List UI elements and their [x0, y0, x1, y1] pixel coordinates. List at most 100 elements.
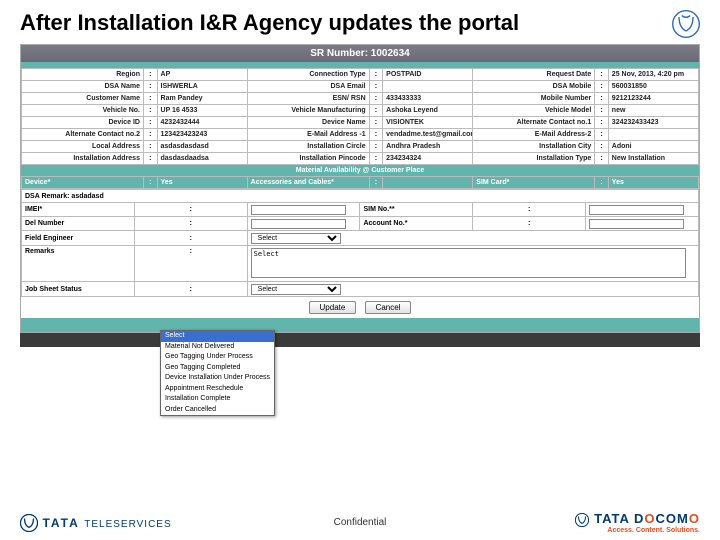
- cell-value: 25 Nov, 2013, 4:20 pm: [608, 69, 698, 81]
- cell-sep: :: [595, 153, 609, 165]
- cell-value: 324232433423: [608, 117, 698, 129]
- cell-value: UP 16 4533: [157, 105, 247, 117]
- cell-label: Region: [22, 69, 144, 81]
- device-booked-label: Device*: [22, 177, 144, 189]
- cancel-button[interactable]: Cancel: [365, 301, 412, 314]
- confidential-label: Confidential: [334, 517, 387, 528]
- cell-sep: :: [595, 81, 609, 93]
- cell-label: E-Mail Address-2: [473, 129, 595, 141]
- dropdown-option[interactable]: Geo Tagging Completed: [161, 363, 274, 374]
- dropdown-option[interactable]: Order Cancelled: [161, 405, 274, 416]
- button-row: Update Cancel: [21, 297, 699, 318]
- dsa-remark-label: DSA Remark: asdadasd: [22, 190, 699, 203]
- docomo-brand-text: DOCOMO: [634, 511, 700, 526]
- cell-value: AP: [157, 69, 247, 81]
- cell-label: Vehicle Model: [473, 105, 595, 117]
- imei-input[interactable]: [251, 205, 346, 215]
- table-row: Field Engineer: Select: [22, 231, 699, 246]
- cell-value: ISHWERLA: [157, 81, 247, 93]
- job-sheet-status-label: Job Sheet Status: [22, 282, 135, 297]
- table-row: Job Sheet Status: Select: [22, 282, 699, 297]
- dropdown-option[interactable]: Device Installation Under Process: [161, 373, 274, 384]
- table-row: DSA Name:ISHWERLA DSA Email: DSA Mobile:…: [22, 81, 699, 93]
- cell-sep: :: [369, 177, 383, 189]
- remarks-label: Remarks: [22, 246, 135, 282]
- job-sheet-status-dropdown[interactable]: Select Material Not Delivered Geo Taggin…: [160, 330, 275, 416]
- cell-sep: :: [369, 117, 383, 129]
- cell-label: Vehicle No.: [22, 105, 144, 117]
- cell-label: DSA Email: [247, 81, 369, 93]
- tata-logo-icon: [672, 10, 700, 38]
- cell-value: New Installation: [608, 153, 698, 165]
- cell-sep: :: [143, 129, 157, 141]
- table-row: DSA Remark: asdadasd: [22, 190, 699, 203]
- cell-value: 234234324: [383, 153, 473, 165]
- booking-table: Device*:Yes Accessories and Cables*: SIM…: [21, 176, 699, 189]
- tata-text: TATA: [42, 516, 79, 530]
- cell-sep: :: [595, 93, 609, 105]
- table-row: Region:AP Connection Type:POSTPAID Reque…: [22, 69, 699, 81]
- simno-label: SIM No.**: [360, 203, 473, 217]
- slide-footer: TATA TELESERVICES Confidential TATA DOCO…: [0, 511, 720, 534]
- tata-small-logo-icon: [20, 514, 38, 532]
- cell-value: 560031850: [608, 81, 698, 93]
- cell-label: Device Name: [247, 117, 369, 129]
- cell-value: 4232432444: [157, 117, 247, 129]
- cell-sep: :: [369, 81, 383, 93]
- cell-label: Mobile Number: [473, 93, 595, 105]
- simno-input[interactable]: [589, 205, 684, 215]
- accountno-label: Account No.*: [360, 217, 473, 231]
- field-engineer-select[interactable]: Select: [251, 233, 341, 244]
- cell-value: dasdasdaadsa: [157, 153, 247, 165]
- cell-sep: :: [595, 129, 609, 141]
- material-availability-header: Material Availability @ Customer Place: [21, 165, 699, 176]
- simcard-booked-label: SIM Card*: [473, 177, 595, 189]
- remarks-textarea[interactable]: Select: [251, 248, 686, 278]
- delnumber-label: Del Number: [22, 217, 135, 231]
- cell-label: DSA Mobile: [473, 81, 595, 93]
- docomo-tata-text: TATA: [594, 511, 629, 526]
- cell-sep: :: [143, 153, 157, 165]
- imei-label: IMEI*: [22, 203, 135, 217]
- cell-label: Installation Pincode: [247, 153, 369, 165]
- cell-sep: :: [143, 105, 157, 117]
- update-button[interactable]: Update: [309, 301, 357, 314]
- cell-label: E-Mail Address -1: [247, 129, 369, 141]
- dropdown-option[interactable]: Installation Complete: [161, 394, 274, 405]
- dropdown-option[interactable]: Material Not Delivered: [161, 342, 274, 353]
- slide-title: After Installation I&R Agency updates th…: [20, 10, 519, 36]
- table-row: Remarks: Select: [22, 246, 699, 282]
- cell-sep: :: [595, 117, 609, 129]
- cell-value: new: [608, 105, 698, 117]
- table-row: Device ID:4232432444 Device Name:VISIONT…: [22, 117, 699, 129]
- form-table: DSA Remark: asdadasd IMEI*: SIM No.**: D…: [21, 189, 699, 297]
- cell-label: Device ID: [22, 117, 144, 129]
- cell-value: 123423423243: [157, 129, 247, 141]
- docomo-tagline: Access. Content. Solutions.: [575, 527, 700, 534]
- delnumber-input[interactable]: [251, 219, 346, 229]
- dropdown-option[interactable]: Select: [161, 331, 274, 342]
- cell-value: POSTPAID: [383, 69, 473, 81]
- table-row: Installation Address:dasdasdaadsa Instal…: [22, 153, 699, 165]
- cell-sep: :: [595, 105, 609, 117]
- cell-value: [383, 177, 473, 189]
- cell-value: 9212123244: [608, 93, 698, 105]
- cell-label: Installation Address: [22, 153, 144, 165]
- cell-sep: :: [369, 69, 383, 81]
- cell-label: Connection Type: [247, 69, 369, 81]
- dropdown-option[interactable]: Appointment Reschedule: [161, 384, 274, 395]
- accountno-input[interactable]: [589, 219, 684, 229]
- dropdown-option[interactable]: Geo Tagging Under Process: [161, 352, 274, 363]
- dark-strip: [20, 333, 700, 347]
- cell-sep: :: [143, 177, 157, 189]
- cell-label: ESN/ RSN: [247, 93, 369, 105]
- teal-spacer-bottom: [21, 318, 699, 332]
- cell-sep: :: [595, 141, 609, 153]
- cell-sep: :: [134, 203, 247, 217]
- tata-teleservices-logo: TATA TELESERVICES: [20, 514, 172, 532]
- table-row: IMEI*: SIM No.**:: [22, 203, 699, 217]
- cell-sep: :: [369, 141, 383, 153]
- cell-sep: :: [134, 217, 247, 231]
- cell-value: asdasdasdasd: [157, 141, 247, 153]
- job-sheet-status-select[interactable]: Select: [251, 284, 341, 295]
